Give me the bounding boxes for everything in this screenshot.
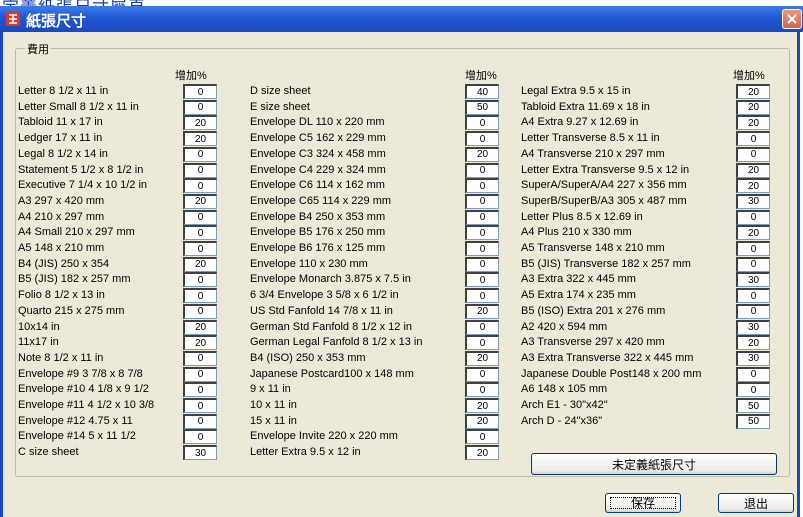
size-row: Arch E1 - 30"x42" <box>3 398 803 413</box>
size-label: A4 Transverse 210 x 297 mm <box>521 147 665 160</box>
size-row: Arch D - 24"x36" <box>3 413 803 429</box>
size-row: B5 (ISO) Extra 201 x 276 mm <box>3 303 803 319</box>
percent-input[interactable] <box>736 162 770 178</box>
size-row: A2 420 x 594 mm <box>3 319 803 335</box>
title-bar: 紙張尺寸 <box>0 6 803 32</box>
percent-input[interactable] <box>736 413 770 429</box>
column-header-1: 增加% <box>175 70 207 82</box>
window-title: 紙張尺寸 <box>26 13 87 30</box>
size-row: Letter Extra Transverse 9.5 x 12 in <box>3 162 803 178</box>
size-label: B5 (ISO) Extra 201 x 276 mm <box>521 304 666 317</box>
percent-input[interactable] <box>736 382 770 398</box>
exit-button[interactable]: 退出 <box>718 493 794 513</box>
percent-input[interactable] <box>736 146 770 162</box>
column-header-3: 增加% <box>733 70 765 82</box>
size-row: A6 148 x 105 mm <box>3 382 803 398</box>
percent-input[interactable] <box>736 193 770 209</box>
size-label: Legal Extra 9.5 x 15 in <box>521 85 631 97</box>
custom-size-button[interactable]: 未定義紙張尺寸 <box>531 453 777 475</box>
group-label: 費用 <box>25 41 51 57</box>
size-label: A5 Transverse 148 x 210 mm <box>521 242 665 254</box>
size-row: B5 (JIS) Transverse 182 x 257 mm <box>3 256 803 272</box>
percent-input[interactable] <box>736 335 770 351</box>
percent-input[interactable] <box>736 115 770 131</box>
percent-input[interactable] <box>736 178 770 194</box>
size-label: Letter Plus 8.5 x 12.69 in <box>521 210 643 223</box>
size-label: B5 (JIS) Transverse 182 x 257 mm <box>521 257 691 270</box>
percent-input[interactable] <box>736 366 770 382</box>
size-row: Tabloid Extra 11.69 x 18 in <box>3 99 803 115</box>
size-row: A3 Transverse 297 x 420 mm <box>3 335 803 351</box>
size-label: A3 Extra Transverse 322 x 445 mm <box>521 351 694 364</box>
percent-input[interactable] <box>736 288 770 304</box>
size-row: SuperA/SuperA/A4 227 x 356 mm <box>3 178 803 194</box>
percent-input[interactable] <box>736 241 770 256</box>
percent-input[interactable] <box>736 225 770 241</box>
size-label: Letter Transverse 8.5 x 11 in <box>521 132 660 145</box>
size-row: A4 Plus 210 x 330 mm <box>3 225 803 241</box>
percent-input[interactable] <box>736 256 770 272</box>
percent-input[interactable] <box>465 445 499 461</box>
size-row: A4 Transverse 210 x 297 mm <box>3 146 803 162</box>
size-label: Japanese Double Post148 x 200 mm <box>521 367 702 380</box>
size-label: Letter Extra Transverse 9.5 x 12 in <box>521 163 690 176</box>
size-label: A3 Transverse 297 x 420 mm <box>521 336 665 349</box>
size-row: Japanese Double Post148 x 200 mm <box>3 366 803 382</box>
size-row: Legal Extra 9.5 x 15 in <box>3 84 803 99</box>
dialog-body: 費用 增加% 增加% 增加% Letter 8 1/2 x 11 inLette… <box>0 32 800 517</box>
size-row: A3 Extra 322 x 445 mm <box>3 272 803 288</box>
size-label: Arch D - 24"x36" <box>521 414 603 427</box>
percent-input[interactable] <box>736 272 770 288</box>
size-label: SuperA/SuperA/A4 227 x 356 mm <box>521 179 687 192</box>
size-label: Arch E1 - 30"x42" <box>521 399 608 411</box>
size-label: A3 Extra 322 x 445 mm <box>521 273 636 286</box>
column-header-2: 增加% <box>465 70 497 82</box>
percent-input[interactable] <box>465 429 499 445</box>
save-button-label: 保存 <box>630 496 655 510</box>
percent-input[interactable] <box>736 398 770 413</box>
size-row: A5 Transverse 148 x 210 mm <box>3 241 803 256</box>
percent-input[interactable] <box>736 84 770 99</box>
size-row: Envelope Invite 220 x 220 mm <box>3 429 803 445</box>
size-label: Tabloid Extra 11.69 x 18 in <box>521 100 650 113</box>
percent-input[interactable] <box>736 350 770 366</box>
size-label: SuperB/SuperB/A3 305 x 487 mm <box>521 194 687 207</box>
percent-input[interactable] <box>736 131 770 147</box>
size-row: SuperB/SuperB/A3 305 x 487 mm <box>3 193 803 209</box>
close-button[interactable] <box>782 9 802 29</box>
percent-input[interactable] <box>736 99 770 115</box>
size-row: Letter Plus 8.5 x 12.69 in <box>3 209 803 225</box>
size-row: A4 Extra 9.27 x 12.69 in <box>3 115 803 131</box>
size-row: A3 Extra Transverse 322 x 445 mm <box>3 350 803 366</box>
size-label: A6 148 x 105 mm <box>521 383 608 396</box>
percent-input[interactable] <box>736 209 770 225</box>
size-label: A4 Plus 210 x 330 mm <box>521 226 632 239</box>
size-label: Envelope Invite 220 x 220 mm <box>250 430 398 443</box>
percent-input[interactable] <box>736 303 770 319</box>
size-label: A2 420 x 594 mm <box>521 320 608 333</box>
size-label: A5 Extra 174 x 235 mm <box>521 289 636 302</box>
close-icon <box>787 14 797 24</box>
size-row: A5 Extra 174 x 235 mm <box>3 288 803 304</box>
size-label: Letter Extra 9.5 x 12 in <box>250 446 361 459</box>
app-icon <box>6 12 20 26</box>
percent-input[interactable] <box>736 319 770 335</box>
size-row: Letter Transverse 8.5 x 11 in <box>3 131 803 147</box>
save-button[interactable]: 保存 <box>605 493 681 513</box>
size-label: A4 Extra 9.27 x 12.69 in <box>521 116 639 129</box>
